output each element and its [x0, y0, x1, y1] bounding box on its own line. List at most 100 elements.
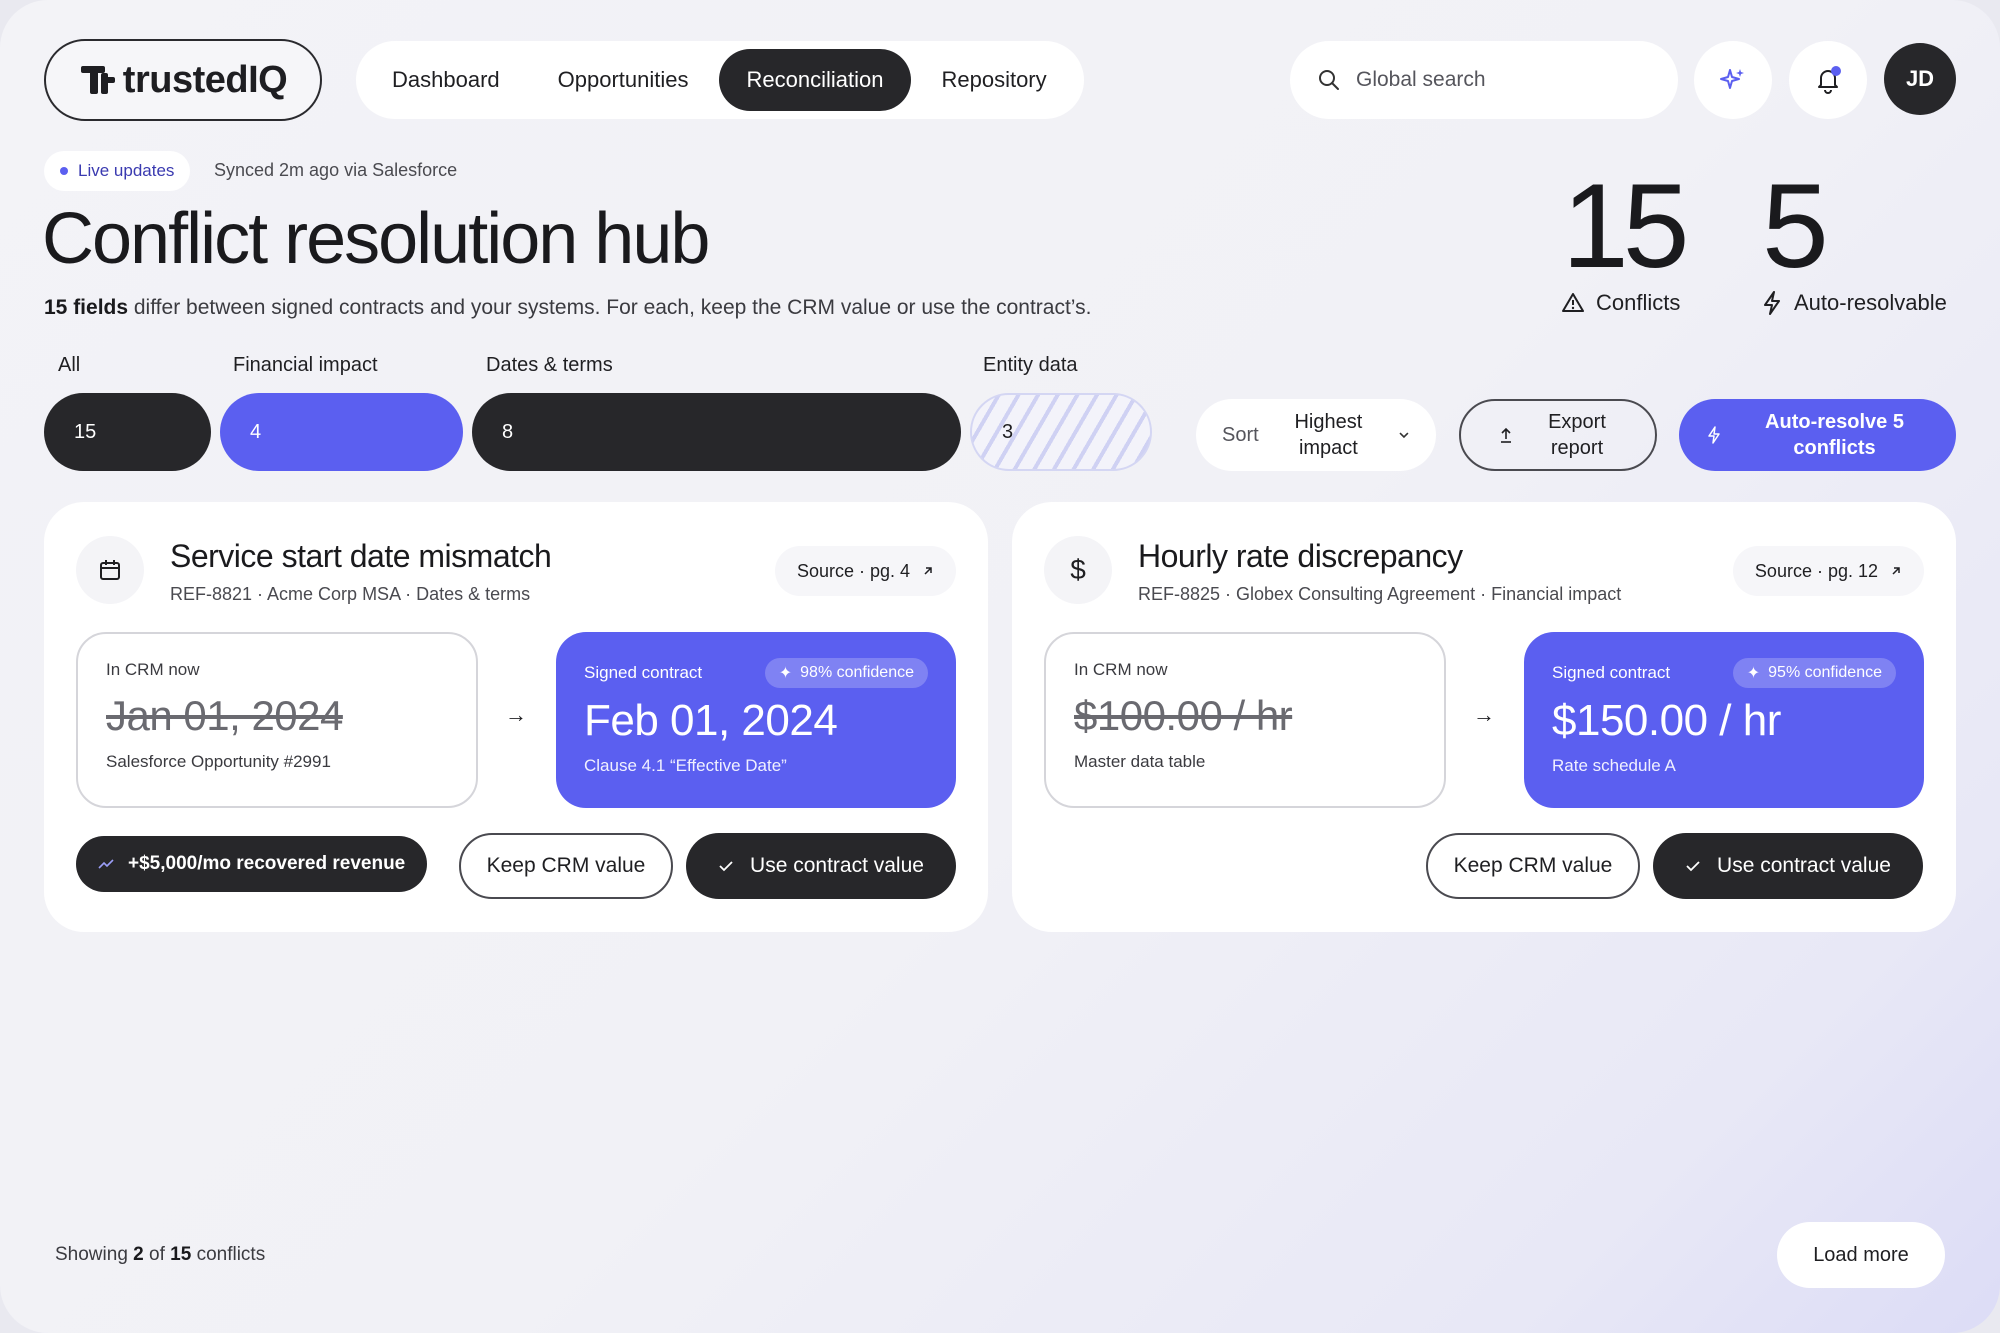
- crm-value-box: In CRM now $100.00 / hr Master data tabl…: [1044, 632, 1446, 808]
- filter-label-entity: Entity data: [983, 354, 1078, 376]
- filter-label-all: All: [58, 354, 81, 376]
- contract-value-box: Signed contract ✦ 95% confidence $150.00…: [1524, 632, 1924, 808]
- use-contract-button[interactable]: Use contract value: [686, 833, 956, 899]
- brand-name: trustedIQ: [122, 58, 288, 101]
- search-icon: [1319, 70, 1339, 90]
- sparkle-icon: ✦: [778, 665, 793, 682]
- sync-status: Synced 2m ago via Salesforce: [214, 160, 458, 180]
- tab-dashboard[interactable]: Dashboard: [364, 49, 528, 111]
- crm-value-box: In CRM now Jan 01, 2024 Salesforce Oppor…: [76, 632, 478, 808]
- showing-suffix: conflicts: [191, 1244, 266, 1265]
- source-link[interactable]: Source · pg. 4: [774, 546, 956, 596]
- sort-value: Highest impact: [1294, 411, 1363, 459]
- load-more-label: Load more: [1813, 1243, 1909, 1266]
- filter-label-financial: Financial impact: [233, 354, 378, 376]
- filter-entity-data[interactable]: 3: [970, 393, 1152, 471]
- export-report-button[interactable]: Export report: [1459, 399, 1657, 471]
- conflict-title: Service start date mismatch: [170, 538, 552, 574]
- tab-repository[interactable]: Repository: [913, 49, 1074, 111]
- user-avatar[interactable]: JD: [1884, 43, 1956, 115]
- page-title: Conflict resolution hub: [42, 199, 710, 279]
- crm-note: Master data table: [1074, 752, 1206, 771]
- crm-label: In CRM now: [106, 660, 200, 679]
- stat-auto-resolvable-value: 5: [1762, 159, 1829, 293]
- use-contract-label: Use contract value: [750, 854, 924, 877]
- filter-all[interactable]: 15: [44, 393, 211, 471]
- confidence-label: 98% confidence: [800, 664, 914, 681]
- bell-icon: [1818, 66, 1841, 94]
- conflict-card: Service start date mismatch REF-8821 · A…: [44, 502, 988, 932]
- contract-label: Signed contract: [1552, 663, 1671, 682]
- stat-conflicts-value: 15: [1562, 159, 1690, 293]
- live-dot-icon: [60, 167, 68, 175]
- external-link-icon: [924, 567, 932, 575]
- crm-value: Jan 01, 2024: [106, 692, 343, 739]
- tab-opportunities[interactable]: Opportunities: [530, 49, 717, 111]
- impact-label: +$5,000/mo recovered revenue: [128, 853, 406, 874]
- external-link-icon: [1892, 567, 1900, 575]
- keep-crm-button[interactable]: Keep CRM value: [459, 833, 673, 899]
- contract-note: Rate schedule A: [1552, 756, 1676, 775]
- calendar-icon: [76, 536, 144, 604]
- filter-label-dates: Dates & terms: [486, 354, 613, 376]
- stat-auto-resolvable-label: Auto-resolvable: [1794, 290, 1947, 315]
- sort-dropdown[interactable]: Sort Highest impact: [1196, 399, 1436, 471]
- pagination-status: Showing 2 of 15 conflicts: [55, 1244, 265, 1266]
- conflict-card: $ Hourly rate discrepancy REF-8825 · Glo…: [1012, 502, 1956, 932]
- notifications-button[interactable]: [1789, 41, 1867, 119]
- contract-value: Feb 01, 2024: [584, 696, 838, 745]
- arrow-right-icon: →: [1473, 702, 1495, 727]
- conflict-meta: REF-8821 · Acme Corp MSA · Dates & terms: [170, 584, 531, 604]
- live-updates-badge: Live updates: [44, 151, 191, 191]
- sparkle-icon: [1720, 69, 1744, 89]
- filter-financial-impact[interactable]: 4: [220, 393, 463, 471]
- sort-label: Sort: [1222, 423, 1259, 446]
- dollar-icon: $: [1044, 536, 1112, 604]
- warning-icon: [1562, 293, 1584, 312]
- contract-note: Clause 4.1 “Effective Date”: [584, 756, 787, 775]
- source-label: Source · pg. 4: [796, 560, 910, 581]
- arrow-right-icon: →: [505, 702, 527, 727]
- filter-entity-count: 3: [1002, 420, 1014, 443]
- stat-conflicts: 15 Conflicts: [1562, 159, 1690, 316]
- subtitle-bold: 15 fields: [44, 296, 129, 319]
- confidence-badge: ✦ 95% confidence: [1732, 658, 1896, 688]
- auto-resolve-button[interactable]: Auto-resolve 5 conflicts: [1679, 399, 1956, 471]
- filter-dates-terms[interactable]: 8: [472, 393, 961, 471]
- chevron-down-icon: [1399, 432, 1409, 439]
- filter-dates-count: 8: [502, 420, 514, 443]
- conflict-title: Hourly rate discrepancy: [1138, 538, 1463, 574]
- upload-icon: [1501, 427, 1511, 443]
- assistant-button[interactable]: [1694, 41, 1772, 119]
- use-contract-label: Use contract value: [1717, 854, 1891, 877]
- showing-total: 15: [170, 1244, 192, 1265]
- subtitle-text: differ between signed contracts and your…: [128, 296, 1092, 319]
- brand-logo[interactable]: trustedIQ: [44, 39, 322, 121]
- crm-note: Salesforce Opportunity #2991: [106, 752, 331, 771]
- use-contract-button[interactable]: Use contract value: [1653, 833, 1923, 899]
- global-search[interactable]: [1290, 41, 1678, 119]
- search-input[interactable]: [1356, 68, 1650, 92]
- confidence-badge: ✦ 98% confidence: [764, 658, 928, 688]
- page-subtitle: 15 fields differ between signed contract…: [44, 296, 1091, 320]
- logo-mark-icon: [80, 66, 115, 94]
- tab-reconciliation[interactable]: Reconciliation: [718, 49, 912, 111]
- showing-mid: of: [143, 1244, 171, 1265]
- check-icon: [1686, 861, 1700, 872]
- contract-label: Signed contract: [584, 663, 703, 682]
- unread-dot: [1831, 66, 1841, 76]
- export-report-label: Export report: [1548, 411, 1606, 459]
- source-link[interactable]: Source · pg. 12: [1732, 546, 1924, 596]
- filter-all-count: 15: [74, 420, 97, 443]
- keep-crm-button[interactable]: Keep CRM value: [1426, 833, 1640, 899]
- auto-resolve-label: Auto-resolve 5 conflicts: [1765, 411, 1904, 459]
- confidence-label: 95% confidence: [1768, 664, 1882, 681]
- crm-value: $100.00 / hr: [1074, 692, 1293, 739]
- keep-crm-label: Keep CRM value: [486, 854, 646, 877]
- crm-label: In CRM now: [1074, 660, 1168, 679]
- bolt-icon: [1764, 291, 1780, 315]
- contract-value-box: Signed contract ✦ 98% confidence Feb 01,…: [556, 632, 956, 808]
- load-more-button[interactable]: Load more: [1777, 1222, 1945, 1288]
- filter-financial-count: 4: [250, 420, 262, 443]
- keep-crm-label: Keep CRM value: [1453, 854, 1613, 877]
